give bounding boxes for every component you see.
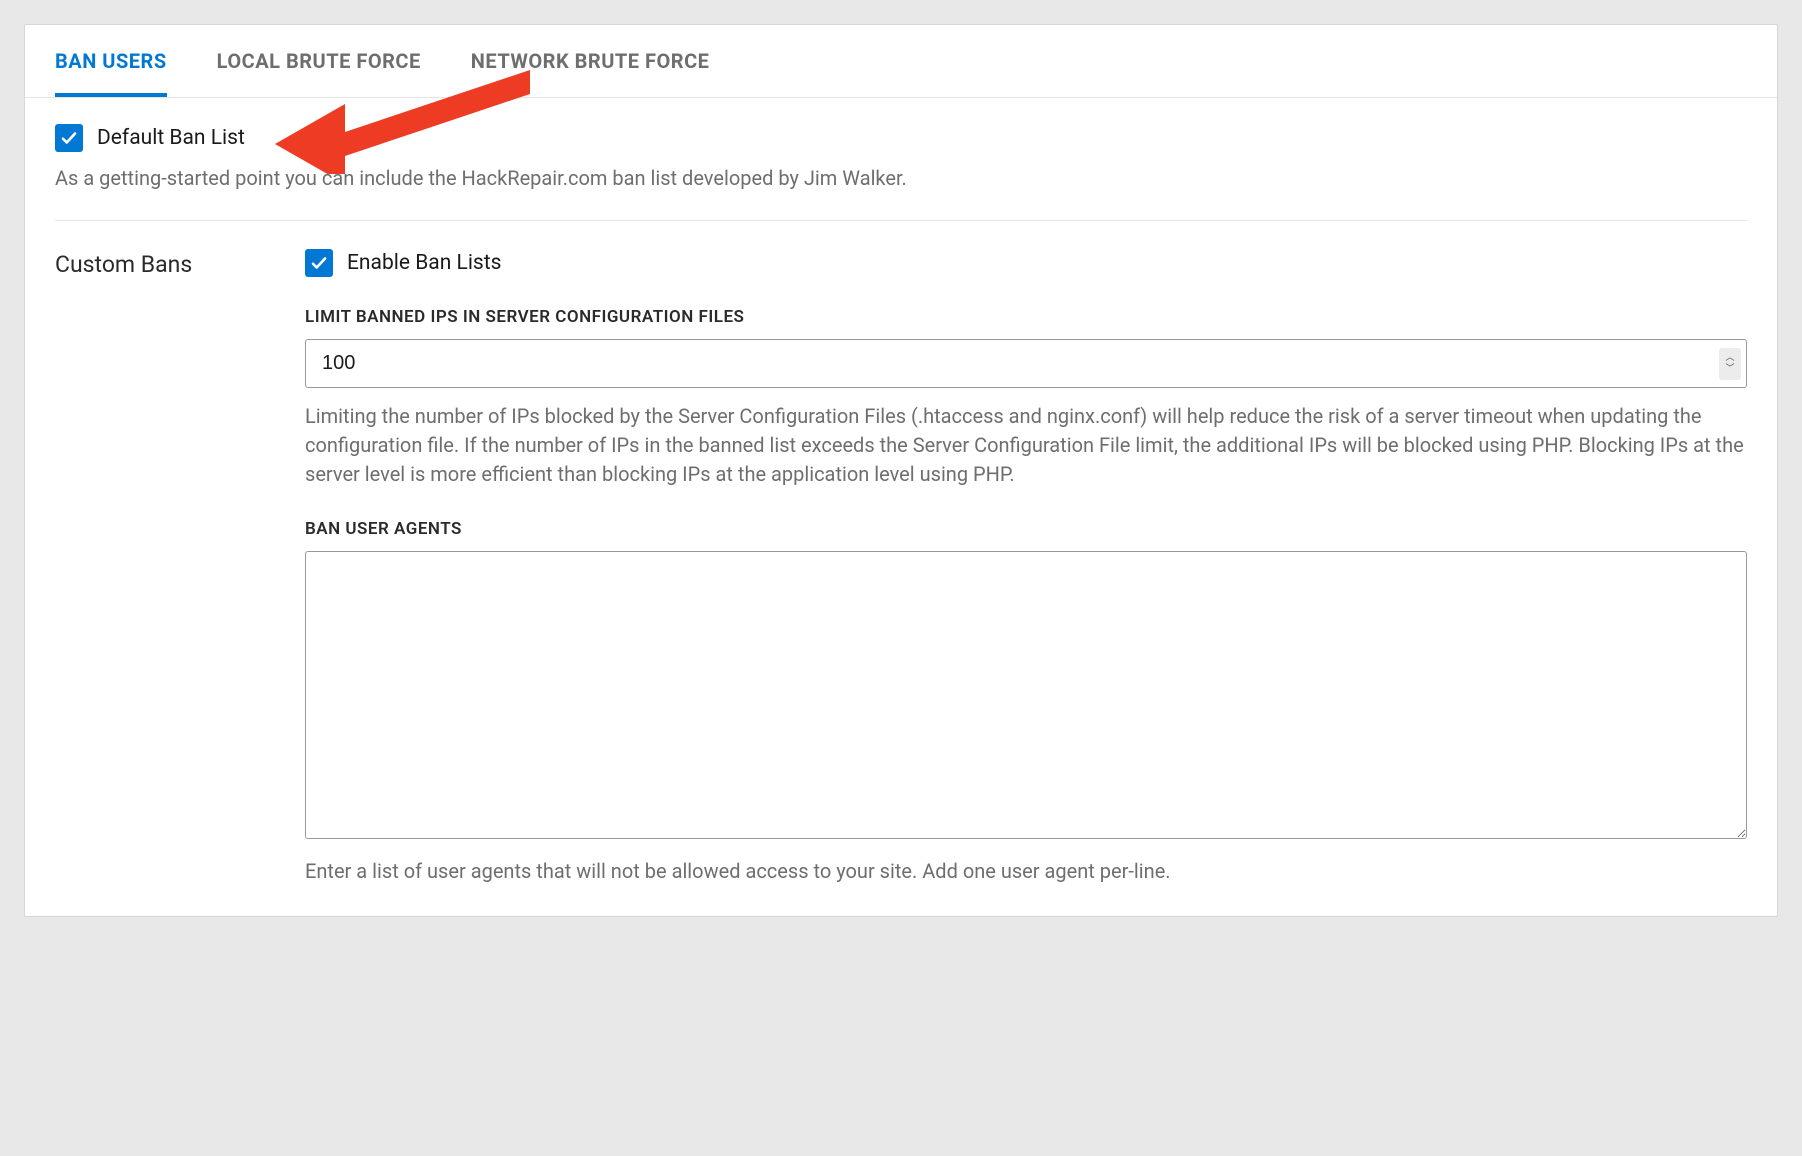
tab-ban-users[interactable]: BAN USERS [55, 25, 167, 97]
ban-user-agents-textarea[interactable] [305, 551, 1747, 839]
ban-user-agents-label: BAN USER AGENTS [305, 519, 1747, 539]
section-divider [55, 220, 1747, 221]
tab-content: Default Ban List As a getting-started po… [25, 98, 1777, 916]
custom-bans-section: Custom Bans Enable Ban Lists LIMIT BANNE… [55, 249, 1747, 886]
limit-banned-ips-stepper[interactable]: ︿ ﹀ [1719, 348, 1741, 380]
default-ban-list-description: As a getting-started point you can inclu… [55, 164, 1747, 192]
tab-local-brute-force[interactable]: LOCAL BRUTE FORCE [217, 25, 421, 97]
check-icon [60, 129, 78, 147]
tab-network-brute-force[interactable]: NETWORK BRUTE FORCE [471, 25, 710, 97]
enable-ban-lists-checkbox[interactable] [305, 249, 333, 277]
chevron-up-icon: ︿ [1725, 354, 1734, 363]
custom-bans-title: Custom Bans [55, 249, 265, 886]
limit-banned-ips-input[interactable] [305, 339, 1747, 388]
check-icon [310, 254, 328, 272]
custom-bans-body: Enable Ban Lists LIMIT BANNED IPS IN SER… [305, 249, 1747, 886]
ban-user-agents-help: Enter a list of user agents that will no… [305, 857, 1747, 886]
chevron-down-icon: ﹀ [1725, 365, 1734, 374]
enable-ban-lists-row: Enable Ban Lists [305, 249, 1747, 277]
default-ban-list-checkbox[interactable] [55, 124, 83, 152]
enable-ban-lists-label: Enable Ban Lists [347, 251, 501, 275]
limit-banned-ips-label: LIMIT BANNED IPS IN SERVER CONFIGURATION… [305, 307, 1747, 327]
limit-banned-ips-wrapper: ︿ ﹀ [305, 339, 1747, 388]
default-ban-list-label: Default Ban List [97, 126, 245, 150]
limit-banned-ips-help: Limiting the number of IPs blocked by th… [305, 402, 1747, 489]
tabs-bar: BAN USERS LOCAL BRUTE FORCE NETWORK BRUT… [25, 25, 1777, 98]
settings-panel: BAN USERS LOCAL BRUTE FORCE NETWORK BRUT… [24, 24, 1778, 917]
default-ban-list-row: Default Ban List [55, 124, 1747, 152]
